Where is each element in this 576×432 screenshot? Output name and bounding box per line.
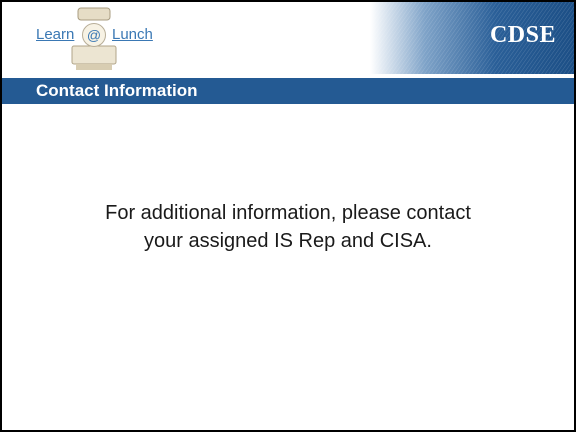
- title-bar: Contact Information: [2, 78, 574, 104]
- cdse-brand-logo: CDSE: [489, 22, 556, 48]
- page-title: Contact Information: [36, 81, 198, 100]
- header-banner: Learn @ Lunch CDSE: [2, 2, 574, 74]
- contact-message-line-1: For additional information, please conta…: [105, 202, 471, 224]
- contact-message-line-2: your assigned IS Rep and CISA.: [144, 230, 432, 252]
- logo-lunch-link[interactable]: Lunch: [112, 26, 153, 43]
- contact-message: For additional information, please conta…: [42, 199, 534, 255]
- logo-at-icon: @: [82, 23, 106, 47]
- logo-learn-link[interactable]: Learn: [36, 26, 74, 43]
- slide: Learn @ Lunch CDSE Contact Information F…: [0, 0, 576, 432]
